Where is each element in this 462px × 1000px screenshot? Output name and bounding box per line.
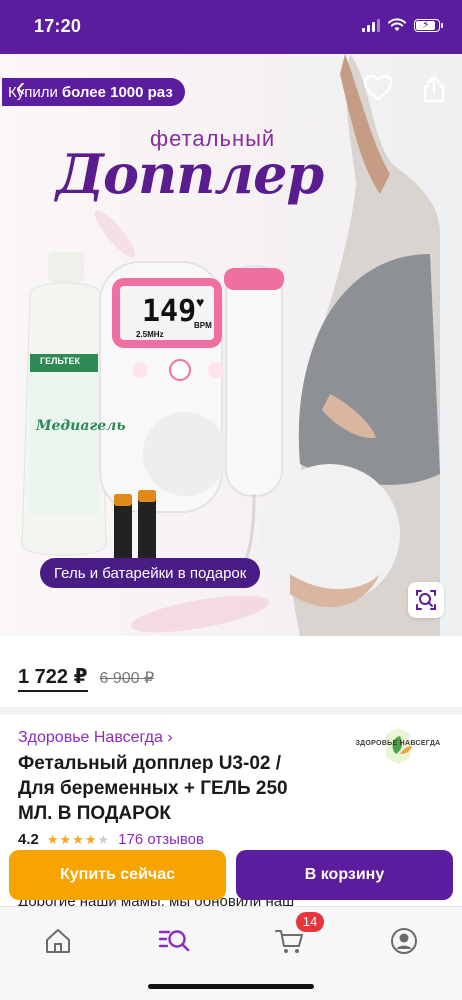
status-icons: ⚡ <box>362 18 443 32</box>
product-title-line: Фетальный допплер U3-02 / <box>18 753 282 774</box>
cellular-signal-icon <box>362 18 380 32</box>
device-bpm-value: 149 <box>142 294 197 329</box>
old-price: 6 900 ₽ <box>99 670 155 687</box>
seller-logo[interactable]: ЗДОРОВЬЕ НАВСЕГДА <box>350 724 446 768</box>
home-indicator <box>148 984 314 989</box>
buy-now-button[interactable]: Купить сейчас <box>9 850 226 900</box>
badge-bold: более 1000 раз <box>61 83 173 101</box>
gift-caption: Гель и батарейки в подарок <box>40 558 261 588</box>
star-icons-filled: ★★★★ <box>46 831 98 847</box>
star-icons-empty: ★ <box>97 831 111 847</box>
device-bpm-unit: BPM <box>194 321 212 330</box>
seller-logo-text: ЗДОРОВЬЕ НАВСЕГДА <box>355 740 441 747</box>
device-frequency: 2.5MHz <box>136 330 164 339</box>
current-price: 1 722 ₽ <box>18 664 88 692</box>
share-icon[interactable] <box>420 74 448 104</box>
nav-profile[interactable] <box>386 923 422 959</box>
profile-icon <box>391 928 417 954</box>
gel-brand: ГЕЛЬТЕК <box>40 356 80 366</box>
image-search-icon[interactable] <box>408 582 444 618</box>
nav-catalog[interactable] <box>156 923 192 959</box>
cart-count-badge: 14 <box>296 912 324 932</box>
action-bar: Купить сейчас В корзину <box>0 846 462 906</box>
product-title: Фетальный допплер U3-02 / Для беременных… <box>18 751 336 826</box>
price-row: 1 722 ₽ 6 900 ₽ <box>18 664 154 692</box>
product-title-line: Для беременных + ГЕЛЬ 250 <box>18 778 288 799</box>
status-time: 17:20 <box>34 16 82 36</box>
gel-label: Медиагель <box>36 418 126 434</box>
product-image-gallery[interactable]: Купили более 1000 раз ‹ фетальный Доппле… <box>0 54 462 636</box>
add-to-cart-button[interactable]: В корзину <box>236 850 453 900</box>
favorite-heart-icon[interactable] <box>362 72 394 104</box>
status-bar: 17:20 ⚡ <box>0 0 462 54</box>
nav-home[interactable] <box>40 923 76 959</box>
catalog-search-icon <box>158 930 190 952</box>
battery-icon: ⚡ <box>414 18 443 32</box>
seller-link[interactable]: Здоровье Навсегда › <box>18 729 173 747</box>
heart-glyph: ♥ <box>196 294 205 310</box>
wifi-icon <box>388 18 406 31</box>
back-icon[interactable]: ‹ <box>16 72 46 102</box>
home-icon <box>46 929 70 953</box>
section-divider <box>0 707 462 715</box>
hero-title: Допплер <box>56 142 324 206</box>
product-title-line: МЛ. В ПОДАРОК <box>18 803 171 824</box>
